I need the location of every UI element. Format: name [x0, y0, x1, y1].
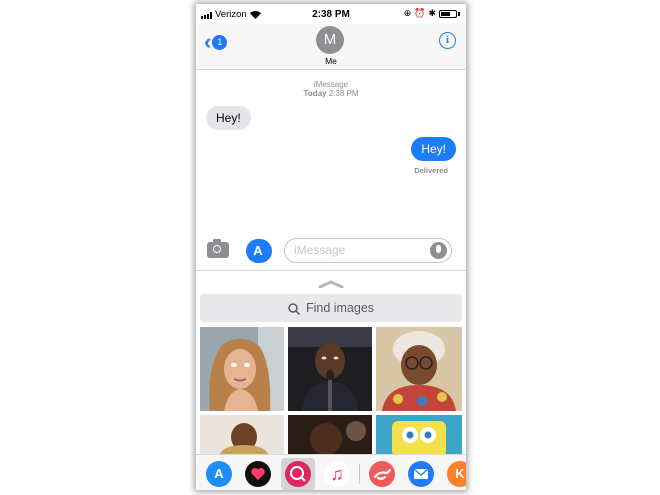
date-label: Today	[303, 89, 327, 98]
timestamp: Today 2:38 PM	[196, 89, 466, 98]
incoming-message-bubble[interactable]: Hey!	[206, 106, 251, 130]
service-label: iMessage	[313, 80, 349, 89]
back-button[interactable]: ‹ 1	[204, 29, 228, 54]
gif-result[interactable]	[376, 327, 462, 411]
chevron-left-icon: ‹	[204, 29, 212, 54]
delivery-status: Delivered	[414, 166, 448, 175]
status-bar: Verizon 2:38 PM ⊕ ⏰ ✱	[196, 4, 466, 24]
man-dark-gif	[288, 415, 372, 454]
gif-result[interactable]	[376, 415, 462, 454]
mail-icon[interactable]	[408, 461, 434, 487]
app-store-icon: A	[253, 243, 263, 258]
man-microphone-gif	[288, 327, 372, 411]
madea-gif	[376, 327, 462, 411]
info-icon[interactable]: i	[439, 32, 456, 49]
camera-icon[interactable]	[207, 239, 229, 258]
drawer-expand-chevron-icon[interactable]	[318, 280, 344, 288]
rabbit-app-icon[interactable]	[369, 461, 395, 487]
microphone-icon[interactable]	[430, 242, 447, 259]
contact-name[interactable]: Me	[196, 56, 466, 66]
unread-badge: 1	[212, 34, 228, 50]
spongebob-gif	[376, 415, 462, 454]
man-ceiling-gif	[200, 415, 284, 454]
strip-divider	[359, 464, 360, 484]
gif-result[interactable]	[288, 415, 372, 454]
message-input[interactable]: iMessage	[284, 238, 452, 263]
k-app-icon[interactable]: K	[447, 461, 466, 487]
app-drawer-button[interactable]: A	[246, 239, 270, 263]
alarm-icon: ⏰	[414, 8, 426, 18]
battery-icon	[439, 9, 457, 18]
image-search-icon[interactable]	[285, 461, 311, 487]
orientation-lock-icon: ⊕	[403, 8, 412, 18]
woman-eye-roll-gif	[200, 327, 284, 411]
app-strip: A ♫ K	[196, 454, 466, 490]
app-store-icon[interactable]: A	[206, 461, 232, 487]
date-time: 2:38 PM	[328, 89, 359, 98]
search-icon	[288, 302, 300, 315]
bluetooth-icon: ✱	[428, 8, 436, 18]
contact-avatar[interactable]: M	[316, 26, 344, 54]
message-placeholder: iMessage	[294, 243, 346, 257]
gif-result[interactable]	[200, 327, 284, 411]
digital-touch-icon[interactable]	[245, 461, 271, 487]
divider	[196, 270, 466, 271]
conversation-header: ‹ 1 M Me i	[196, 24, 466, 70]
outgoing-message-bubble[interactable]: Hey!	[411, 137, 456, 161]
search-placeholder: Find images	[305, 301, 375, 315]
find-images-search[interactable]: Find images	[200, 294, 462, 322]
phone-screen: Verizon 2:38 PM ⊕ ⏰ ✱ ‹ 1 M Me i iMessag…	[196, 4, 466, 490]
music-icon[interactable]: ♫	[324, 461, 350, 487]
gif-result[interactable]	[288, 327, 372, 411]
gif-result[interactable]	[200, 415, 284, 454]
